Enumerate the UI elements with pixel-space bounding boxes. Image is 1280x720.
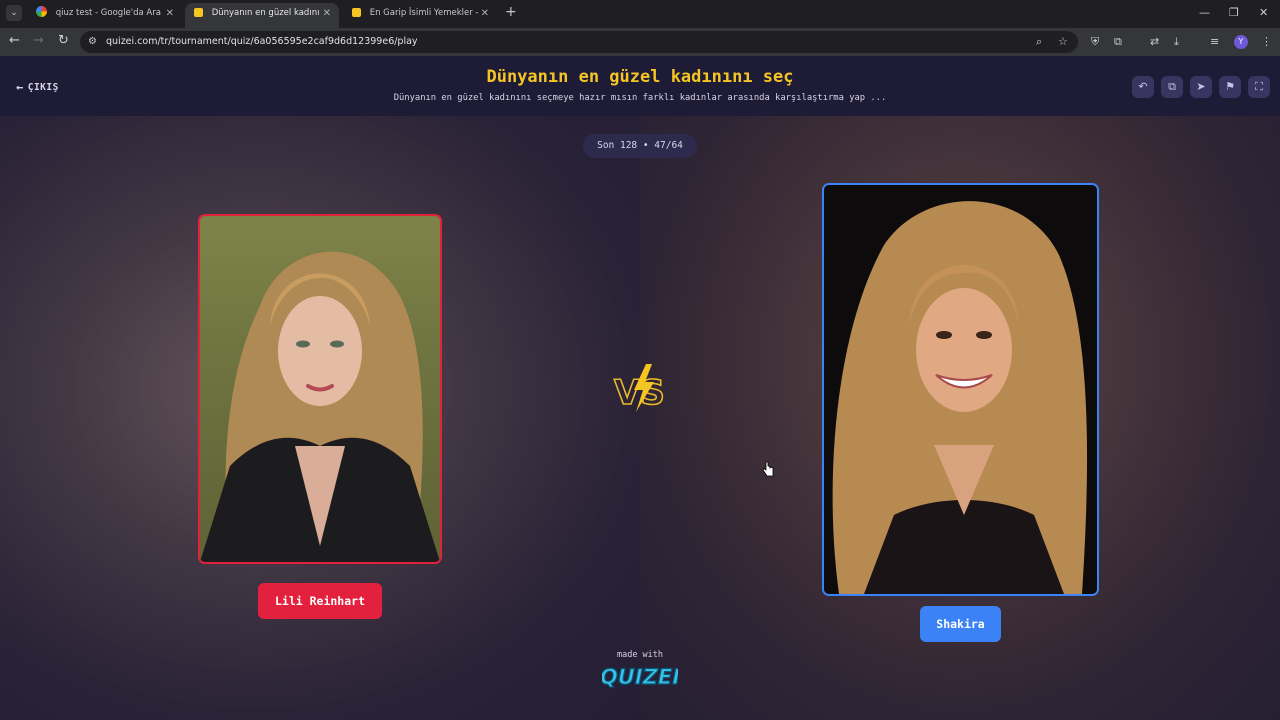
browser-toolbar: ← → ↻ ⚙ quizei.com/tr/tournament/quiz/6a…	[0, 28, 1280, 56]
media-control-icon[interactable]: ≡	[1210, 35, 1219, 49]
quiz-description: Dünyanın en güzel kadınını seçmeye hazır…	[393, 93, 887, 103]
tab-title: qiuz test - Google'da Ara	[55, 8, 161, 18]
site-settings-icon[interactable]: ⚙	[88, 36, 97, 47]
report-button[interactable]: ⚑	[1219, 76, 1241, 98]
undo-icon: ↶	[1138, 80, 1148, 93]
close-icon[interactable]: ✕	[481, 3, 489, 24]
restore-icon[interactable]: ❐	[1229, 6, 1239, 19]
quizei-icon	[194, 8, 203, 17]
quizei-logo[interactable]: QUIZEI	[602, 660, 678, 690]
send-icon: ➤	[1196, 80, 1206, 93]
share-icon: ⧉	[1168, 80, 1176, 93]
flag-icon: ⚑	[1225, 80, 1235, 93]
quizei-icon	[352, 8, 361, 17]
minimize-icon[interactable]: —	[1199, 6, 1210, 19]
contestant-photo-left	[200, 216, 440, 562]
google-icon	[36, 6, 47, 17]
download-icon[interactable]: ⤓	[1174, 35, 1179, 49]
tab-google-search[interactable]: qiuz test - Google'da Ara ✕	[28, 3, 182, 28]
share-button[interactable]: ⧉	[1161, 76, 1183, 98]
shield-icon[interactable]: ⛨	[1091, 35, 1099, 49]
brand-text: QUIZEI	[602, 665, 678, 689]
tab-title: Dünyanın en güzel kadınını seç	[211, 8, 320, 18]
back-arrow-icon[interactable]: ←	[9, 34, 20, 48]
hand-cursor-icon	[762, 461, 774, 477]
new-tab-plus-icon[interactable]: +	[505, 4, 517, 20]
contestant-card-left[interactable]	[198, 214, 442, 564]
choose-right-button[interactable]: Shakira	[920, 606, 1001, 642]
reload-icon[interactable]: ↻	[58, 34, 69, 48]
window-close-icon[interactable]: ✕	[1259, 6, 1268, 19]
portrait-illustration-left	[200, 251, 440, 562]
tab-search-chevron-icon[interactable]: ⌄	[6, 5, 22, 21]
close-icon[interactable]: ✕	[323, 3, 331, 24]
contestant-card-right[interactable]	[822, 183, 1099, 596]
portrait-illustration-right	[832, 201, 1088, 594]
quiz-header: ← ÇIKIŞ Dünyanın en güzel kadınını seç Dü…	[0, 56, 1280, 116]
zoom-icon[interactable]: ⌕	[1036, 35, 1042, 49]
close-icon[interactable]: ✕	[166, 3, 174, 24]
tab-tier-list[interactable]: En Garip İsimli Yemekler - Tier L ✕	[343, 3, 497, 28]
quiz-title: Dünyanın en güzel kadınını seç	[486, 67, 794, 87]
send-button[interactable]: ➤	[1190, 76, 1212, 98]
profile-avatar[interactable]: Y	[1234, 35, 1248, 49]
choose-left-button[interactable]: Lili Reinhart	[258, 583, 382, 619]
quiz-page: ← ÇIKIŞ Dünyanın en güzel kadınını seç Dü…	[0, 56, 1280, 720]
fullscreen-button[interactable]: ⛶	[1248, 76, 1270, 98]
undo-button[interactable]: ↶	[1132, 76, 1154, 98]
extensions-puzzle-icon[interactable]: ⧉	[1114, 35, 1122, 49]
bookmark-star-icon[interactable]: ☆	[1058, 35, 1068, 48]
address-bar[interactable]: ⚙ quizei.com/tr/tournament/quiz/6a056595…	[80, 31, 1078, 53]
fullscreen-icon: ⛶	[1255, 80, 1263, 93]
kebab-menu-icon[interactable]: ⋮	[1261, 35, 1272, 49]
url-text: quizei.com/tr/tournament/quiz/6a056595e2…	[106, 36, 418, 47]
browser-tab-bar: ⌄ qiuz test - Google'da Ara ✕ Dünyanın e…	[0, 0, 1280, 28]
vs-lightning-icon: VS	[613, 364, 666, 414]
contestant-photo-right	[824, 185, 1097, 594]
made-with-label: made with	[616, 650, 664, 660]
forward-arrow-icon[interactable]: →	[33, 34, 44, 48]
round-indicator: Son 128 • 47/64	[583, 134, 697, 158]
tab-title: En Garip İsimli Yemekler - Tier L	[369, 8, 478, 18]
tab-quiz-active[interactable]: Dünyanın en güzel kadınını seç ✕	[185, 3, 339, 28]
translate-icon[interactable]: ⇄	[1150, 35, 1159, 49]
